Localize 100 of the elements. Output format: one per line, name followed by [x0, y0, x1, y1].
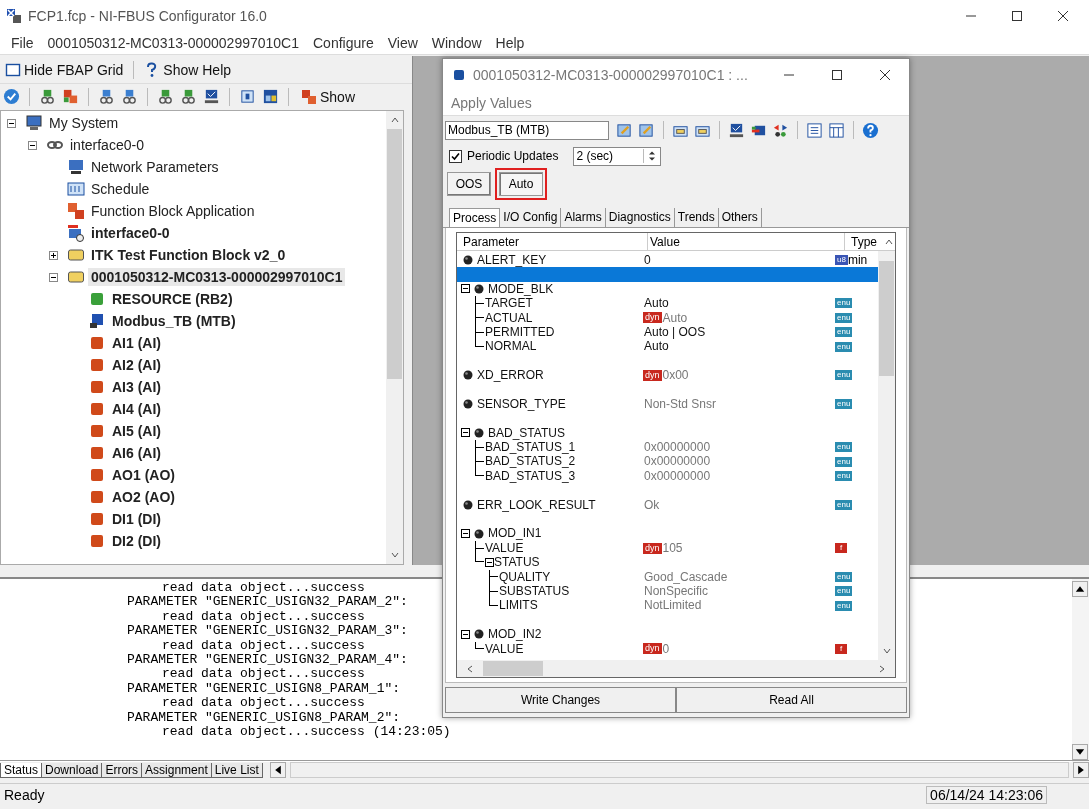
menu-item[interactable]: Apply Values	[443, 95, 532, 111]
block-field[interactable]: Modbus_TB (MTB)	[445, 120, 609, 140]
edit-icon[interactable]	[638, 121, 655, 139]
collapse-icon[interactable]	[7, 118, 16, 128]
scroll-left-icon[interactable]	[269, 762, 286, 778]
log-line: read data object...success	[161, 638, 365, 654]
log-line: PARAMETER "GENERIC_USIGN32_PARAM_3":	[126, 624, 408, 639]
tab[interactable]: Assignment	[141, 762, 212, 778]
parameter-name: VALUE	[485, 641, 524, 656]
check-icon[interactable]	[3, 88, 20, 105]
tab[interactable]: Alarms	[561, 208, 606, 227]
tree-item[interactable]: AI5 (AI)	[109, 422, 164, 440]
collapse-icon[interactable]	[461, 529, 470, 539]
help-icon[interactable]	[862, 121, 879, 139]
maximize-icon[interactable]	[1011, 10, 1023, 22]
collapse-icon[interactable]	[461, 428, 470, 438]
scroll-up-icon[interactable]	[1072, 581, 1088, 597]
menu-item[interactable]: View	[380, 35, 425, 51]
tree-item[interactable]: Schedule	[88, 180, 153, 198]
link-add-icon[interactable]	[39, 88, 56, 105]
link-arrow-icon[interactable]	[157, 88, 174, 105]
column-header[interactable]: Type	[845, 233, 884, 250]
tab[interactable]: Others	[718, 208, 762, 227]
tab[interactable]: Errors	[101, 762, 143, 778]
blocks-icon[interactable]	[62, 88, 79, 105]
parameter-name: ALERT_KEY	[477, 253, 547, 268]
parameter-name: TARGET	[485, 296, 533, 311]
scrollbar-thumb[interactable]	[879, 261, 894, 376]
tree-item[interactable]: AI3 (AI)	[109, 378, 164, 396]
tree-item[interactable]: interface0-0	[88, 224, 173, 242]
tree-item[interactable]: RESOURCE (RB2)	[109, 290, 236, 308]
tree-item[interactable]: AI2 (AI)	[109, 356, 164, 374]
tab[interactable]: Process	[449, 208, 501, 227]
block-icon	[88, 400, 106, 418]
menu-item[interactable]: File	[4, 35, 41, 51]
interval-spinner[interactable]: 2 (sec)	[573, 146, 662, 166]
collapse-icon[interactable]	[28, 140, 37, 150]
close-icon[interactable]	[1057, 10, 1069, 22]
scroll-right-icon[interactable]	[1073, 762, 1089, 778]
parameter-name: BAD_STATUS_1	[485, 440, 576, 455]
tree-item[interactable]: AO2 (AO)	[109, 488, 178, 506]
show-help-button[interactable]: Show Help	[141, 60, 235, 79]
tree-item[interactable]: DI2 (DI)	[109, 532, 164, 550]
tab[interactable]: Trends	[674, 208, 719, 227]
scrollbar-thumb[interactable]	[387, 129, 402, 379]
menu-item[interactable]: Help	[488, 35, 532, 51]
scroll-down-icon[interactable]	[1072, 744, 1088, 760]
collapse-icon[interactable]	[49, 272, 58, 282]
checkbox[interactable]	[449, 149, 462, 163]
table-icon[interactable]	[262, 88, 279, 105]
collapse-icon[interactable]	[485, 557, 494, 567]
list-icon[interactable]	[806, 121, 823, 139]
tab[interactable]: I/O Config	[500, 208, 562, 227]
tab[interactable]: Download	[41, 762, 103, 778]
menu-item[interactable]: Configure	[306, 35, 381, 51]
tree-item[interactable]: 0001050312-MC0313-000002997010C1	[88, 268, 346, 286]
menu-item[interactable]: 0001050312-MC0313-000002997010C1	[40, 35, 306, 51]
expand-icon[interactable]	[49, 250, 58, 260]
link-arrow-icon[interactable]	[180, 88, 197, 105]
tree-item[interactable]: AI6 (AI)	[109, 444, 164, 462]
close-icon[interactable]	[879, 69, 891, 81]
tree-item[interactable]: AI4 (AI)	[109, 400, 164, 418]
edit-icon[interactable]	[616, 121, 633, 139]
block-icon	[88, 334, 106, 352]
computer-icon	[25, 114, 43, 132]
dialog-button[interactable]: Read All	[676, 687, 907, 713]
tree-item[interactable]: ITK Test Function Block v2_0	[88, 246, 289, 264]
tab[interactable]: Status	[0, 762, 43, 778]
tree-item[interactable]: Modbus_TB (MTB)	[109, 312, 239, 330]
type-badge: enu	[835, 312, 853, 323]
column-header[interactable]: Parameter	[457, 233, 648, 250]
maximize-icon[interactable]	[831, 69, 843, 81]
tree-item[interactable]: Network Parameters	[88, 158, 222, 176]
tab[interactable]: Live List	[210, 762, 263, 778]
menu-item[interactable]: Window	[424, 35, 489, 51]
hide-grid-button[interactable]: Hide FBAP Grid	[2, 60, 127, 79]
log-line: read data object...success	[161, 609, 365, 625]
monitor-icon[interactable]	[203, 88, 220, 105]
download-icon[interactable]	[98, 88, 115, 105]
column-header[interactable]: Value	[648, 233, 845, 250]
tree-item[interactable]: Function Block Application	[88, 202, 258, 220]
mode-button[interactable]: OOS	[447, 172, 491, 196]
scrollbar-thumb[interactable]	[483, 661, 543, 676]
dialog-button[interactable]: Write Changes	[445, 687, 676, 713]
collapse-icon[interactable]	[461, 284, 470, 294]
tree-item[interactable]: DI1 (DI)	[109, 510, 164, 528]
upload-icon[interactable]	[121, 88, 138, 105]
scrollbar-track[interactable]	[289, 762, 1069, 778]
tree-item[interactable]: AI1 (AI)	[109, 334, 164, 352]
tree-item[interactable]: My System	[46, 114, 122, 132]
monitor-icon[interactable]	[728, 121, 745, 139]
collapse-icon[interactable]	[461, 629, 470, 639]
tree-item[interactable]: AO1 (AO)	[109, 466, 178, 484]
tab[interactable]: Diagnostics	[605, 208, 675, 227]
tree-item[interactable]: interface0-0	[67, 136, 147, 154]
table-icon[interactable]	[828, 121, 845, 139]
type-badge: enu	[835, 471, 853, 482]
show-button[interactable]: Show	[298, 87, 359, 106]
parameter-name: MOD_IN1	[488, 526, 542, 541]
status-time: 06/14/24 14:23:06	[926, 786, 1047, 804]
